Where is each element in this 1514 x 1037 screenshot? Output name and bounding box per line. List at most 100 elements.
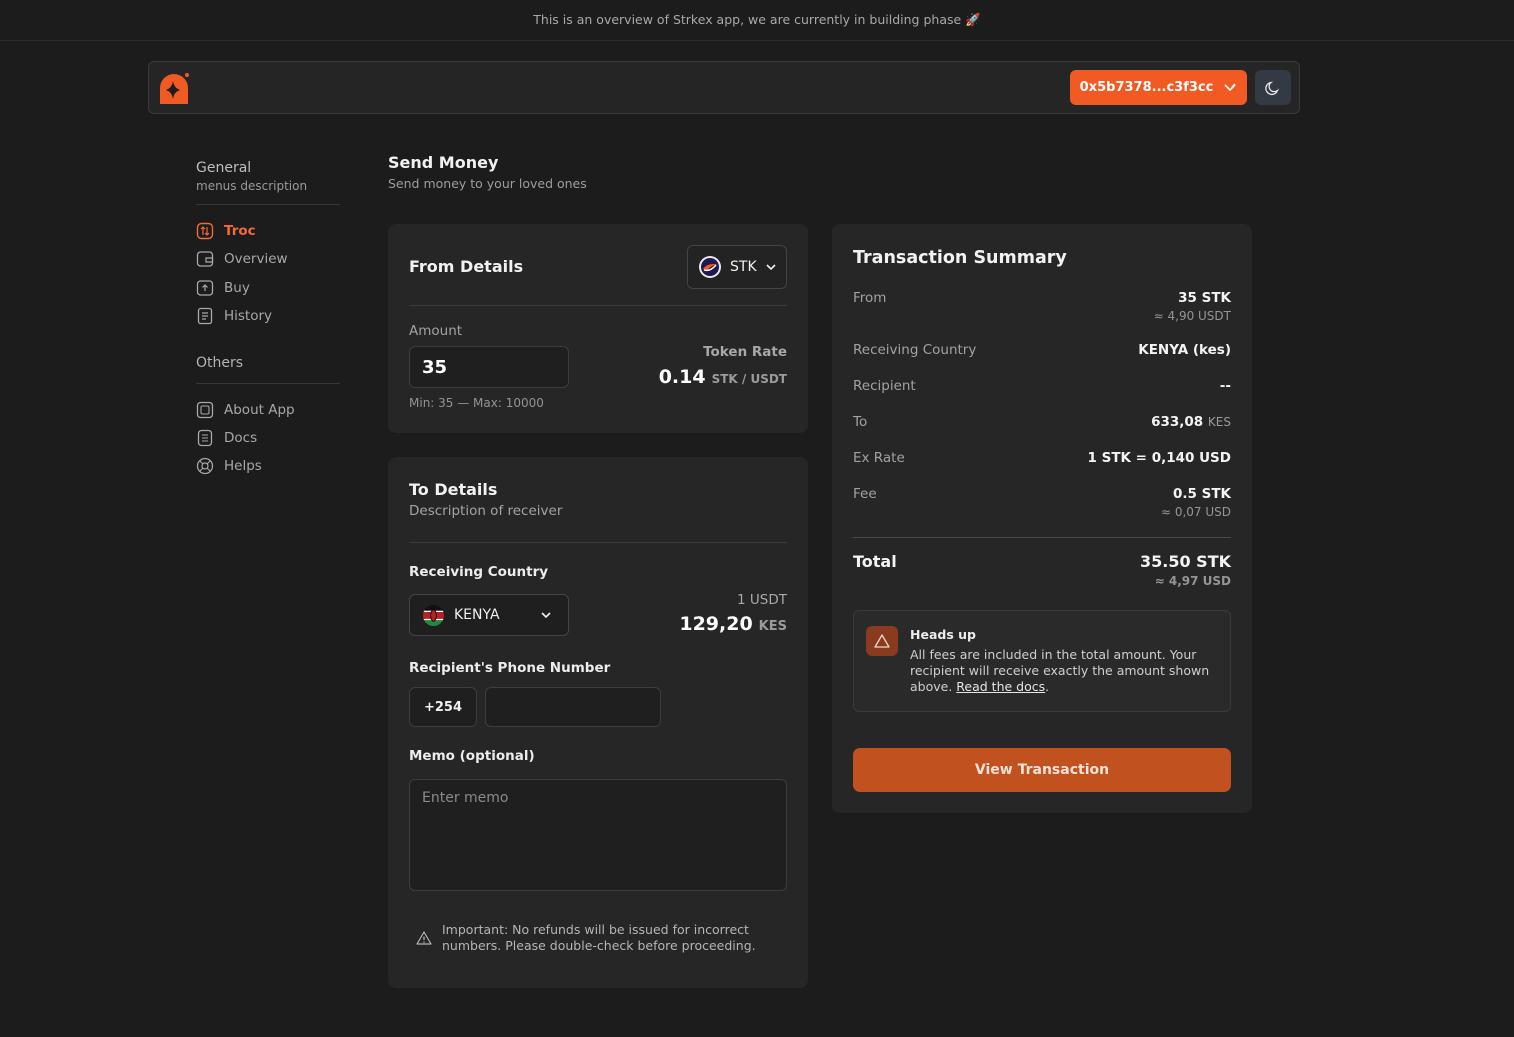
summary-total-sub: ≈ 4,97 USD: [1154, 574, 1231, 588]
country-select[interactable]: KENYA: [409, 594, 569, 636]
app-logo-icon[interactable]: [157, 72, 191, 106]
summary-row-recipient: Recipient --: [853, 378, 1231, 394]
sidebar-item-troc[interactable]: Troc: [196, 220, 340, 242]
amount-label: Amount: [409, 323, 463, 339]
phone-prefix-button[interactable]: +254: [409, 687, 477, 727]
sidebar-item-label: About App: [224, 402, 295, 418]
token-rate-value: 0.14: [658, 366, 706, 388]
moon-icon: [1265, 81, 1279, 95]
chevron-down-icon: [1224, 83, 1236, 91]
summary-row-fee: Fee 0.5 STK ≈ 0,07 USD: [853, 486, 1231, 519]
from-details-card: From Details STK Amount Min: 35 — Max: 1…: [388, 224, 808, 433]
summary-country-value: KENYA (kes): [1138, 342, 1231, 358]
divider: [409, 542, 787, 543]
summary-row-to: To 633,08 KES: [853, 414, 1231, 430]
summary-fee-sub: ≈ 0,07 USD: [1160, 505, 1231, 519]
to-details-subtitle: Description of receiver: [409, 503, 563, 519]
token-rate: 0.14 STK / USDT: [659, 366, 787, 388]
read-docs-link[interactable]: Read the docs: [956, 679, 1045, 694]
from-details-title: From Details: [409, 257, 524, 276]
heads-up-notice: Heads up All fees are included in the to…: [853, 610, 1231, 712]
transaction-summary-card: Transaction Summary From 35 STK ≈ 4,90 US…: [832, 224, 1252, 813]
sidebar-item-label: Helps: [224, 458, 262, 474]
summary-row-country: Receiving Country KENYA (kes): [853, 342, 1231, 358]
heads-up-text: All fees are included in the total amoun…: [910, 647, 1210, 694]
banner-text: This is an overview of Strkex app, we ar…: [533, 12, 981, 27]
summary-total-label: Total: [853, 552, 897, 571]
heads-up-title: Heads up: [910, 627, 976, 642]
wallet-address-button[interactable]: 0x5b7378...c3f3cc: [1070, 70, 1247, 105]
phone-input[interactable]: [485, 687, 661, 727]
sidebar-item-label: Docs: [224, 430, 258, 446]
sidebar-item-history[interactable]: History: [196, 305, 340, 327]
about-icon: [196, 401, 214, 419]
summary-to-label: To: [853, 414, 868, 430]
kenya-flag-icon: [422, 604, 445, 626]
summary-rate-label: Ex Rate: [853, 450, 905, 466]
to-details-card: To Details Description of receiver Recei…: [388, 457, 808, 988]
summary-to-unit: KES: [1207, 415, 1231, 429]
sidebar-item-overview[interactable]: Overview: [196, 248, 340, 270]
summary-total-value: 35.50 STK: [1139, 552, 1231, 571]
summary-title: Transaction Summary: [853, 248, 1067, 268]
warning-icon: [866, 626, 898, 656]
summary-row-rate: Ex Rate 1 STK = 0,140 USD: [853, 450, 1231, 466]
summary-recipient-label: Recipient: [853, 378, 916, 394]
swap-icon: [196, 222, 214, 240]
summary-from-value: 35 STK: [1178, 290, 1231, 306]
divider: [409, 305, 787, 306]
chevron-down-icon: [541, 612, 551, 619]
sidebar-general-header: General menus description: [196, 160, 340, 193]
help-icon: [196, 457, 214, 475]
sidebar-item-helps[interactable]: Helps: [196, 455, 340, 477]
sidebar-divider: [196, 383, 340, 384]
page-title: Send Money: [388, 153, 499, 172]
sidebar-item-label: Buy: [224, 280, 250, 296]
buy-icon: [196, 280, 214, 296]
summary-country-label: Receiving Country: [853, 342, 977, 358]
stk-token-icon: [699, 256, 721, 278]
sidebar-item-label: Troc: [224, 223, 256, 239]
summary-from-label: From: [853, 290, 887, 306]
page-subtitle: Send money to your loved ones: [388, 176, 587, 191]
summary-to-value: 633,08: [1151, 414, 1204, 430]
view-transaction-button[interactable]: View Transaction: [853, 748, 1231, 792]
sidebar-item-buy[interactable]: Buy: [196, 277, 340, 299]
sidebar-item-about-app[interactable]: About App: [196, 399, 340, 421]
summary-fee-label: Fee: [853, 486, 877, 502]
wallet-icon: [196, 251, 214, 267]
history-icon: [197, 307, 213, 325]
conversion-value: 129,20: [679, 613, 753, 635]
summary-fee-value: 0.5 STK: [1172, 486, 1231, 502]
summary-row-from: From 35 STK ≈ 4,90 USDT: [853, 290, 1231, 323]
token-select[interactable]: STK: [687, 245, 787, 289]
sidebar-item-docs[interactable]: Docs: [196, 427, 340, 449]
heads-up-body: All fees are included in the total amoun…: [910, 647, 1210, 694]
sidebar-general-title: General: [196, 160, 252, 176]
token-rate-label: Token Rate: [703, 344, 787, 360]
token-rate-unit: STK / USDT: [711, 372, 787, 386]
summary-recipient-value: --: [1219, 378, 1231, 394]
view-transaction-label: View Transaction: [974, 762, 1110, 778]
sidebar-divider: [196, 204, 340, 205]
amount-limits: Min: 35 — Max: 10000: [409, 396, 544, 410]
to-details-title: To Details: [409, 480, 498, 499]
chevron-down-icon: [766, 264, 776, 271]
memo-input[interactable]: [409, 779, 787, 891]
theme-toggle-button[interactable]: [1255, 70, 1291, 105]
top-navbar: 0x5b7378...c3f3cc: [148, 61, 1300, 114]
summary-divider: [853, 537, 1231, 538]
amount-input[interactable]: [409, 346, 569, 388]
conversion-unit: KES: [758, 619, 787, 634]
wallet-address: 0x5b7378...c3f3cc: [1079, 80, 1214, 95]
summary-from-sub: ≈ 4,90 USDT: [1153, 309, 1231, 323]
sidebar-others-title: Others: [196, 355, 244, 371]
summary-row-total: Total 35.50 STK ≈ 4,97 USD: [853, 552, 1231, 588]
phone-prefix: +254: [423, 699, 463, 715]
warning-icon: [416, 931, 432, 945]
token-symbol: STK: [730, 259, 757, 275]
refund-warning: Important: No refunds will be issued for…: [416, 922, 766, 954]
top-banner: This is an overview of Strkex app, we ar…: [0, 0, 1514, 41]
memo-label: Memo (optional): [409, 748, 535, 764]
conversion-label: 1 USDT: [737, 592, 787, 608]
